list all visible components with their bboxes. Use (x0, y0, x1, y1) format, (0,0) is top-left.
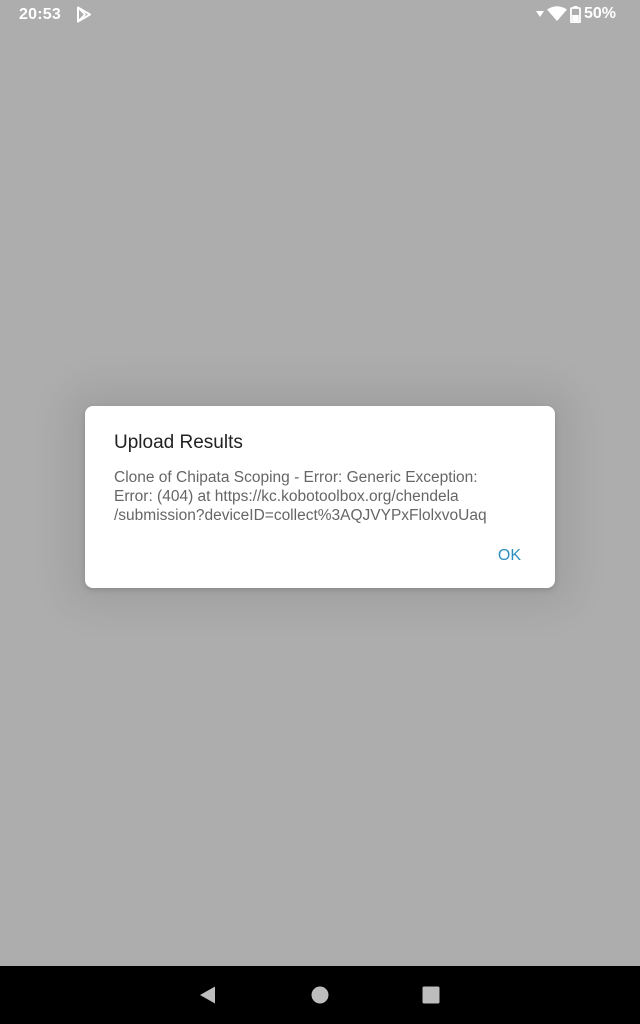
dialog-title: Upload Results (114, 432, 243, 453)
recents-icon[interactable] (420, 984, 442, 1006)
wifi-icon (546, 6, 567, 22)
dialog-message: Clone of Chipata Scoping - Error: Generi… (114, 469, 487, 524)
status-time: 20:53 (19, 6, 61, 23)
battery-icon (570, 5, 581, 23)
back-icon[interactable] (197, 984, 219, 1006)
upload-results-dialog: Upload Results Clone of Chipata Scoping … (85, 406, 555, 588)
home-icon[interactable] (309, 984, 331, 1006)
signal-icon (535, 10, 544, 18)
screen: 20:53 50% Upload Results Clone of Chipat… (0, 0, 640, 1024)
status-icons: 50% (535, 5, 616, 23)
play-store-icon (76, 6, 92, 23)
status-bar: 20:53 50% (0, 0, 640, 30)
ok-button[interactable]: OK (498, 547, 521, 565)
navigation-bar (0, 966, 640, 1024)
battery-percentage: 50% (583, 5, 616, 22)
